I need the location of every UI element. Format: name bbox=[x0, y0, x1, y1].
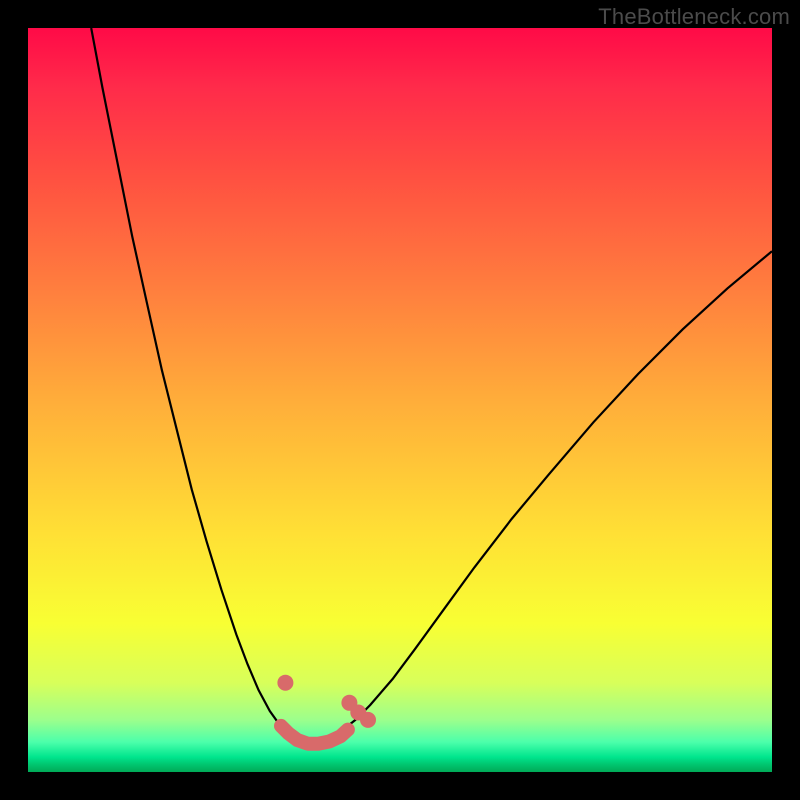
plot-area bbox=[28, 28, 772, 772]
watermark-text: TheBottleneck.com bbox=[598, 4, 790, 30]
valley-marker-dots bbox=[277, 675, 376, 728]
marker-dot bbox=[277, 675, 293, 691]
left-branch-curve bbox=[91, 28, 285, 729]
chart-frame: TheBottleneck.com bbox=[0, 0, 800, 800]
marker-dot bbox=[360, 712, 376, 728]
valley-thick-segment bbox=[281, 726, 348, 744]
curve-layer bbox=[28, 28, 772, 772]
right-branch-curve bbox=[344, 251, 772, 729]
